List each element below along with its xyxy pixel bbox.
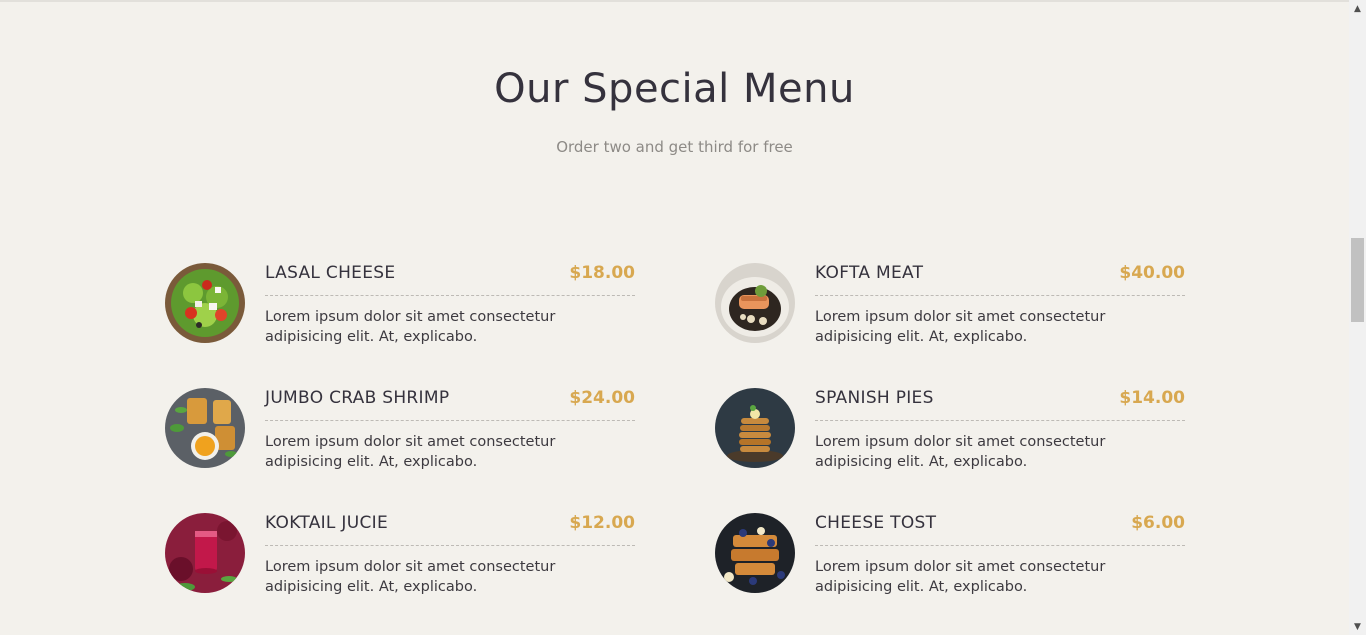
menu-item-body: LASAL CHEESE $18.00 Lorem ipsum dolor si…	[265, 263, 635, 347]
menu-item-description: Lorem ipsum dolor sit amet consectetur a…	[265, 434, 556, 470]
vertical-scrollbar[interactable]: ▲ ▼	[1349, 0, 1366, 635]
menu-item-name: LASAL CHEESE	[265, 263, 396, 283]
scroll-up-arrow-icon[interactable]: ▲	[1349, 0, 1366, 17]
section-subtitle: Order two and get third for free	[556, 138, 793, 156]
menu-item-price: $12.00	[569, 513, 635, 533]
top-divider	[0, 0, 1349, 2]
salad-image	[165, 263, 245, 343]
menu-item-body: JUMBO CRAB SHRIMP $24.00 Lorem ipsum dol…	[265, 388, 635, 472]
menu-item-description: Lorem ipsum dolor sit amet consectetur a…	[815, 559, 1106, 595]
pancake-stack-image	[715, 388, 795, 468]
menu-item-body: KOKTAIL JUCIE $12.00 Lorem ipsum dolor s…	[265, 513, 635, 597]
menu-item-name: JUMBO CRAB SHRIMP	[265, 388, 450, 408]
menu-item-name: KOKTAIL JUCIE	[265, 513, 388, 533]
menu-item-price: $6.00	[1131, 513, 1185, 533]
menu-item-name: SPANISH PIES	[815, 388, 934, 408]
menu-item-price: $24.00	[569, 388, 635, 408]
french-toast-image	[715, 513, 795, 593]
menu-item-description: Lorem ipsum dolor sit amet consectetur a…	[265, 559, 556, 595]
page: Our Special Menu Order two and get third…	[0, 0, 1366, 635]
menu-item-header: LASAL CHEESE $18.00	[265, 263, 635, 296]
scroll-down-arrow-icon[interactable]: ▼	[1349, 618, 1366, 635]
menu-item: KOKTAIL JUCIE $12.00 Lorem ipsum dolor s…	[165, 513, 635, 603]
scrollbar-thumb[interactable]	[1351, 238, 1364, 322]
menu-item-body: SPANISH PIES $14.00 Lorem ipsum dolor si…	[815, 388, 1185, 472]
menu-item: SPANISH PIES $14.00 Lorem ipsum dolor si…	[715, 388, 1185, 478]
menu-item-body: CHEESE TOST $6.00 Lorem ipsum dolor sit …	[815, 513, 1185, 597]
menu-item: CHEESE TOST $6.00 Lorem ipsum dolor sit …	[715, 513, 1185, 603]
menu-item-header: CHEESE TOST $6.00	[815, 513, 1185, 546]
menu-item-name: CHEESE TOST	[815, 513, 937, 533]
salmon-dish-image	[715, 263, 795, 343]
menu-item-header: JUMBO CRAB SHRIMP $24.00	[265, 388, 635, 421]
menu-item-price: $14.00	[1119, 388, 1185, 408]
menu-item-header: KOFTA MEAT $40.00	[815, 263, 1185, 296]
menu-item-body: KOFTA MEAT $40.00 Lorem ipsum dolor sit …	[815, 263, 1185, 347]
menu-item-header: SPANISH PIES $14.00	[815, 388, 1185, 421]
menu-item: KOFTA MEAT $40.00 Lorem ipsum dolor sit …	[715, 263, 1185, 353]
menu-item: JUMBO CRAB SHRIMP $24.00 Lorem ipsum dol…	[165, 388, 635, 478]
menu-item-price: $40.00	[1119, 263, 1185, 283]
section-title: Our Special Menu	[494, 66, 855, 112]
beet-juice-image	[165, 513, 245, 593]
menu-item: LASAL CHEESE $18.00 Lorem ipsum dolor si…	[165, 263, 635, 353]
menu-item-header: KOKTAIL JUCIE $12.00	[265, 513, 635, 546]
menu-item-description: Lorem ipsum dolor sit amet consectetur a…	[265, 309, 556, 345]
menu-item-price: $18.00	[569, 263, 635, 283]
menu-item-description: Lorem ipsum dolor sit amet consectetur a…	[815, 434, 1106, 470]
crab-shrimp-image	[165, 388, 245, 468]
menu-item-name: KOFTA MEAT	[815, 263, 924, 283]
menu-item-description: Lorem ipsum dolor sit amet consectetur a…	[815, 309, 1106, 345]
